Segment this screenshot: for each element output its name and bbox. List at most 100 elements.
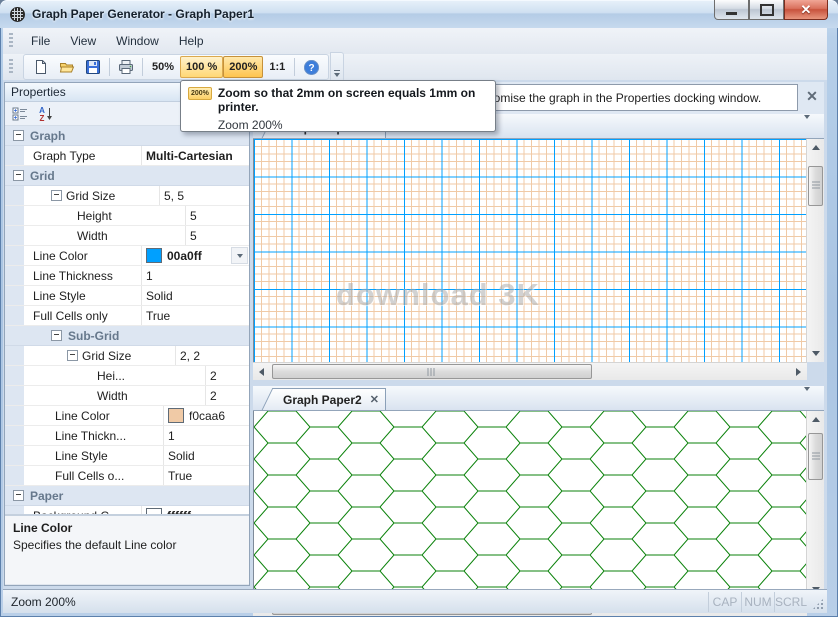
scroll-up-icon[interactable] bbox=[807, 139, 824, 156]
property-row-line-thickness[interactable]: Line Thickness1 bbox=[5, 266, 249, 286]
collapse-icon[interactable] bbox=[67, 350, 78, 361]
property-row-hei[interactable]: Hei... 2 bbox=[5, 366, 249, 386]
toolbar-overflow-button[interactable] bbox=[330, 52, 344, 82]
sort-alphabetical-button[interactable]: A Z bbox=[35, 103, 57, 124]
minimize-icon bbox=[726, 12, 737, 15]
menu-grip[interactable] bbox=[9, 33, 13, 49]
property-name: Hei... bbox=[97, 369, 125, 383]
property-value[interactable]: True bbox=[168, 469, 192, 483]
property-value[interactable]: 5 bbox=[190, 209, 197, 223]
maximize-button[interactable] bbox=[749, 0, 784, 20]
toolbar-separator bbox=[142, 58, 143, 76]
close-button[interactable]: ✕ bbox=[784, 0, 828, 20]
property-value[interactable]: 5 bbox=[190, 229, 197, 243]
chevron-down-icon bbox=[804, 115, 810, 133]
property-row-width[interactable]: Width2 bbox=[5, 386, 249, 406]
cartesian-graph-paper[interactable]: download 3K bbox=[254, 139, 806, 362]
collapse-icon[interactable] bbox=[13, 130, 24, 141]
outline-gutter bbox=[5, 426, 24, 445]
collapse-icon[interactable] bbox=[51, 330, 62, 341]
categorized-view-button[interactable] bbox=[9, 103, 31, 124]
outline-gutter bbox=[5, 366, 24, 385]
outline-gutter bbox=[5, 286, 24, 305]
pane2-files-chevron[interactable] bbox=[804, 391, 810, 405]
scroll-left-icon[interactable] bbox=[253, 363, 270, 380]
property-category-sub-grid[interactable]: Sub-Grid bbox=[5, 326, 249, 346]
status-zoom-label: Zoom 200% bbox=[3, 595, 76, 609]
property-row-line-style[interactable]: Line StyleSolid bbox=[5, 286, 249, 306]
pane1-vscroll-thumb[interactable] bbox=[808, 166, 823, 206]
property-value[interactable]: f0caa6 bbox=[189, 409, 225, 423]
minimize-button[interactable] bbox=[714, 0, 749, 20]
scroll-up-icon[interactable] bbox=[807, 411, 824, 428]
property-name: Line Thickn... bbox=[55, 429, 126, 443]
toolbar-separator bbox=[109, 58, 110, 76]
status-bar: Zoom 200% CAP NUM SCRL bbox=[3, 589, 827, 613]
collapse-icon[interactable] bbox=[13, 170, 24, 181]
property-value[interactable]: 5, 5 bbox=[164, 189, 184, 203]
print-button[interactable] bbox=[113, 55, 139, 79]
scroll-down-icon[interactable] bbox=[807, 345, 824, 362]
zoom-100-button[interactable]: 100 % bbox=[180, 56, 223, 78]
property-value[interactable]: Solid bbox=[168, 449, 195, 463]
property-category-grid[interactable]: Grid bbox=[5, 166, 249, 186]
property-row-line-thickn[interactable]: Line Thickn... 1 bbox=[5, 426, 249, 446]
save-button[interactable] bbox=[80, 55, 106, 79]
resize-grip[interactable] bbox=[812, 598, 824, 610]
tab-graph-paper2[interactable]: Graph Paper2 ✕ bbox=[277, 388, 386, 410]
property-row-line-color[interactable]: Line Colorf0caa6 bbox=[5, 406, 249, 426]
collapse-icon[interactable] bbox=[51, 190, 62, 201]
property-row-background-c[interactable]: Background C...ffffff bbox=[5, 506, 249, 514]
zoom-actual-button[interactable]: 1:1 bbox=[263, 56, 291, 78]
property-row-grid-size[interactable]: Grid Size 5, 5 bbox=[5, 186, 249, 206]
maximize-icon bbox=[760, 4, 774, 16]
property-value[interactable]: True bbox=[146, 309, 170, 323]
property-value[interactable]: 2 bbox=[210, 369, 217, 383]
property-row-full-cells-only[interactable]: Full Cells onlyTrue bbox=[5, 306, 249, 326]
property-category-paper[interactable]: Paper bbox=[5, 486, 249, 506]
new-document-button[interactable] bbox=[28, 55, 54, 79]
property-row-full-cells-o[interactable]: Full Cells o...True bbox=[5, 466, 249, 486]
document-area: Customise the graph in the Properties do… bbox=[253, 82, 824, 590]
zoom-200-button[interactable]: 200% bbox=[223, 56, 263, 78]
property-row-width[interactable]: Width5 bbox=[5, 226, 249, 246]
chevron-down-icon bbox=[334, 73, 340, 77]
property-value[interactable]: 2 bbox=[210, 389, 217, 403]
property-value[interactable]: Multi-Cartesian bbox=[146, 149, 233, 163]
property-value[interactable]: 2, 2 bbox=[180, 349, 200, 363]
pane1-hscroll-thumb[interactable] bbox=[272, 364, 592, 379]
tab-close-icon[interactable]: ✕ bbox=[370, 393, 379, 406]
outline-gutter bbox=[5, 186, 24, 205]
caps-lock-indicator: CAP bbox=[708, 592, 741, 612]
help-button[interactable]: ? bbox=[298, 55, 324, 79]
property-row-graph-type[interactable]: Graph TypeMulti-Cartesian bbox=[5, 146, 249, 166]
property-row-line-color[interactable]: Line Color00a0ff bbox=[5, 246, 249, 266]
zoom-50-button[interactable]: 50% bbox=[146, 56, 180, 78]
pane2-vertical-scrollbar[interactable] bbox=[806, 411, 824, 598]
property-value[interactable]: Solid bbox=[146, 289, 173, 303]
message-close-button[interactable]: ✕ bbox=[802, 86, 822, 106]
open-file-button[interactable] bbox=[54, 55, 80, 79]
property-value[interactable]: 1 bbox=[146, 269, 153, 283]
main-area: Properties A Z Gr bbox=[3, 80, 827, 590]
toolbar-grip[interactable] bbox=[9, 59, 13, 75]
property-row-grid-size[interactable]: Grid Size2, 2 bbox=[5, 346, 249, 366]
property-row-height[interactable]: Height5 bbox=[5, 206, 249, 226]
pane2-vscroll-thumb[interactable] bbox=[808, 433, 823, 480]
pane1-horizontal-scrollbar[interactable] bbox=[253, 362, 807, 380]
property-value[interactable]: 00a0ff bbox=[167, 249, 202, 263]
scroll-right-icon[interactable] bbox=[790, 363, 807, 380]
pane1-vertical-scrollbar[interactable] bbox=[806, 139, 824, 362]
menu-file[interactable]: File bbox=[21, 30, 60, 52]
property-name: Grid Size bbox=[66, 189, 115, 203]
hexagonal-graph-paper[interactable] bbox=[254, 411, 806, 598]
collapse-icon[interactable] bbox=[13, 490, 24, 501]
menu-view[interactable]: View bbox=[60, 30, 106, 52]
property-value[interactable]: ffffff bbox=[167, 509, 191, 515]
menu-help[interactable]: Help bbox=[169, 30, 214, 52]
dropdown-chevron-icon[interactable] bbox=[231, 247, 248, 264]
pane1-files-chevron[interactable] bbox=[804, 119, 810, 133]
property-value[interactable]: 1 bbox=[168, 429, 175, 443]
menu-window[interactable]: Window bbox=[106, 30, 169, 52]
property-row-line-style[interactable]: Line StyleSolid bbox=[5, 446, 249, 466]
